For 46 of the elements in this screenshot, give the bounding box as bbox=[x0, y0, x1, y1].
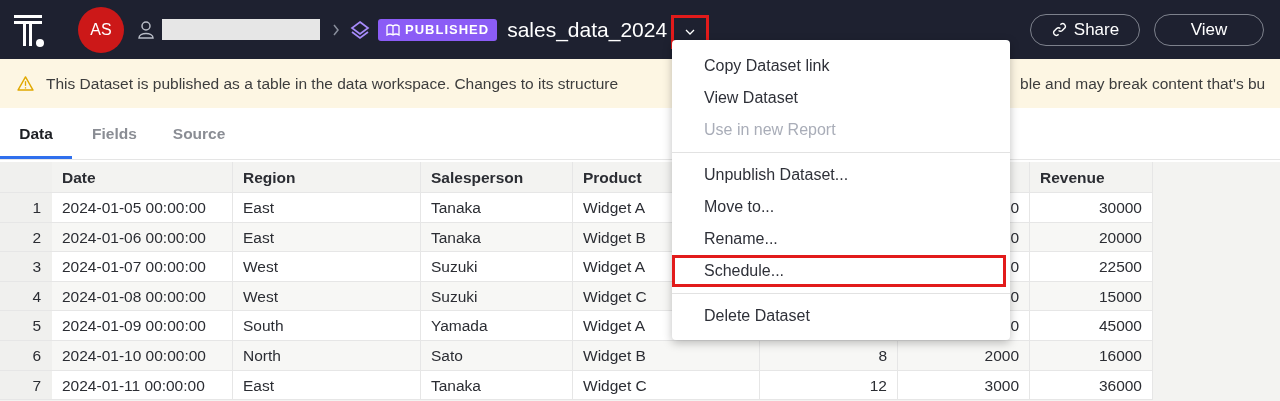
menu-item[interactable]: View Dataset bbox=[672, 82, 1006, 114]
chevron-down-icon bbox=[684, 27, 697, 36]
table-cell: Sato bbox=[421, 340, 573, 371]
table-cell: East bbox=[233, 193, 421, 223]
table-cell: Tanaka bbox=[421, 193, 573, 223]
warning-text: ble and may break content that's bu bbox=[1020, 74, 1266, 93]
dataset-title: sales_data_2024 bbox=[507, 17, 668, 42]
table-cell: 2024-01-10 00:00:00 bbox=[52, 340, 233, 371]
user-avatar[interactable]: AS bbox=[78, 6, 124, 53]
table-cell: 3000 bbox=[898, 370, 1030, 401]
badge-label: PUBLISHED bbox=[405, 22, 490, 37]
table-cell: 16000 bbox=[1030, 340, 1153, 371]
menu-item[interactable]: Copy Dataset link bbox=[672, 50, 1006, 82]
book-icon bbox=[386, 23, 400, 36]
table-cell: 2024-01-05 00:00:00 bbox=[52, 193, 233, 223]
person-icon bbox=[138, 20, 154, 39]
table-cell: North bbox=[233, 340, 421, 371]
table-cell: 12 bbox=[760, 370, 898, 401]
table-cell: 2024-01-09 00:00:00 bbox=[52, 311, 233, 341]
table-cell: Widget C bbox=[573, 370, 760, 401]
warning-icon bbox=[17, 76, 34, 91]
table-cell: Tanaka bbox=[421, 370, 573, 401]
table-cell: 45000 bbox=[1030, 311, 1153, 341]
menu-item[interactable]: Schedule... bbox=[672, 255, 1006, 287]
tab[interactable]: Data bbox=[0, 108, 72, 159]
table-cell: 30000 bbox=[1030, 193, 1153, 223]
row-number: 4 bbox=[0, 281, 52, 312]
table-cell: 2024-01-11 00:00:00 bbox=[52, 370, 233, 401]
warning-text: This Dataset is published as a table in the data workspace. Changes to its structure bbox=[46, 74, 619, 93]
row-number: 3 bbox=[0, 252, 52, 282]
table-cell: Suzuki bbox=[421, 252, 573, 282]
table-cell: West bbox=[233, 252, 421, 282]
table-cell: Yamada bbox=[421, 311, 573, 341]
row-number: 1 bbox=[0, 193, 52, 223]
table-cell: 22500 bbox=[1030, 252, 1153, 282]
chevron-right-icon bbox=[332, 23, 340, 36]
row-number: 6 bbox=[0, 340, 52, 371]
row-number: 2 bbox=[0, 222, 52, 253]
table-cell: South bbox=[233, 311, 421, 341]
link-icon bbox=[1050, 21, 1068, 38]
table-cell: East bbox=[233, 370, 421, 401]
row-number: 7 bbox=[0, 370, 52, 401]
layers-icon bbox=[350, 19, 370, 40]
table-cell: 2024-01-07 00:00:00 bbox=[52, 252, 233, 282]
row-number: 5 bbox=[0, 311, 52, 341]
table-cell: 36000 bbox=[1030, 370, 1153, 401]
